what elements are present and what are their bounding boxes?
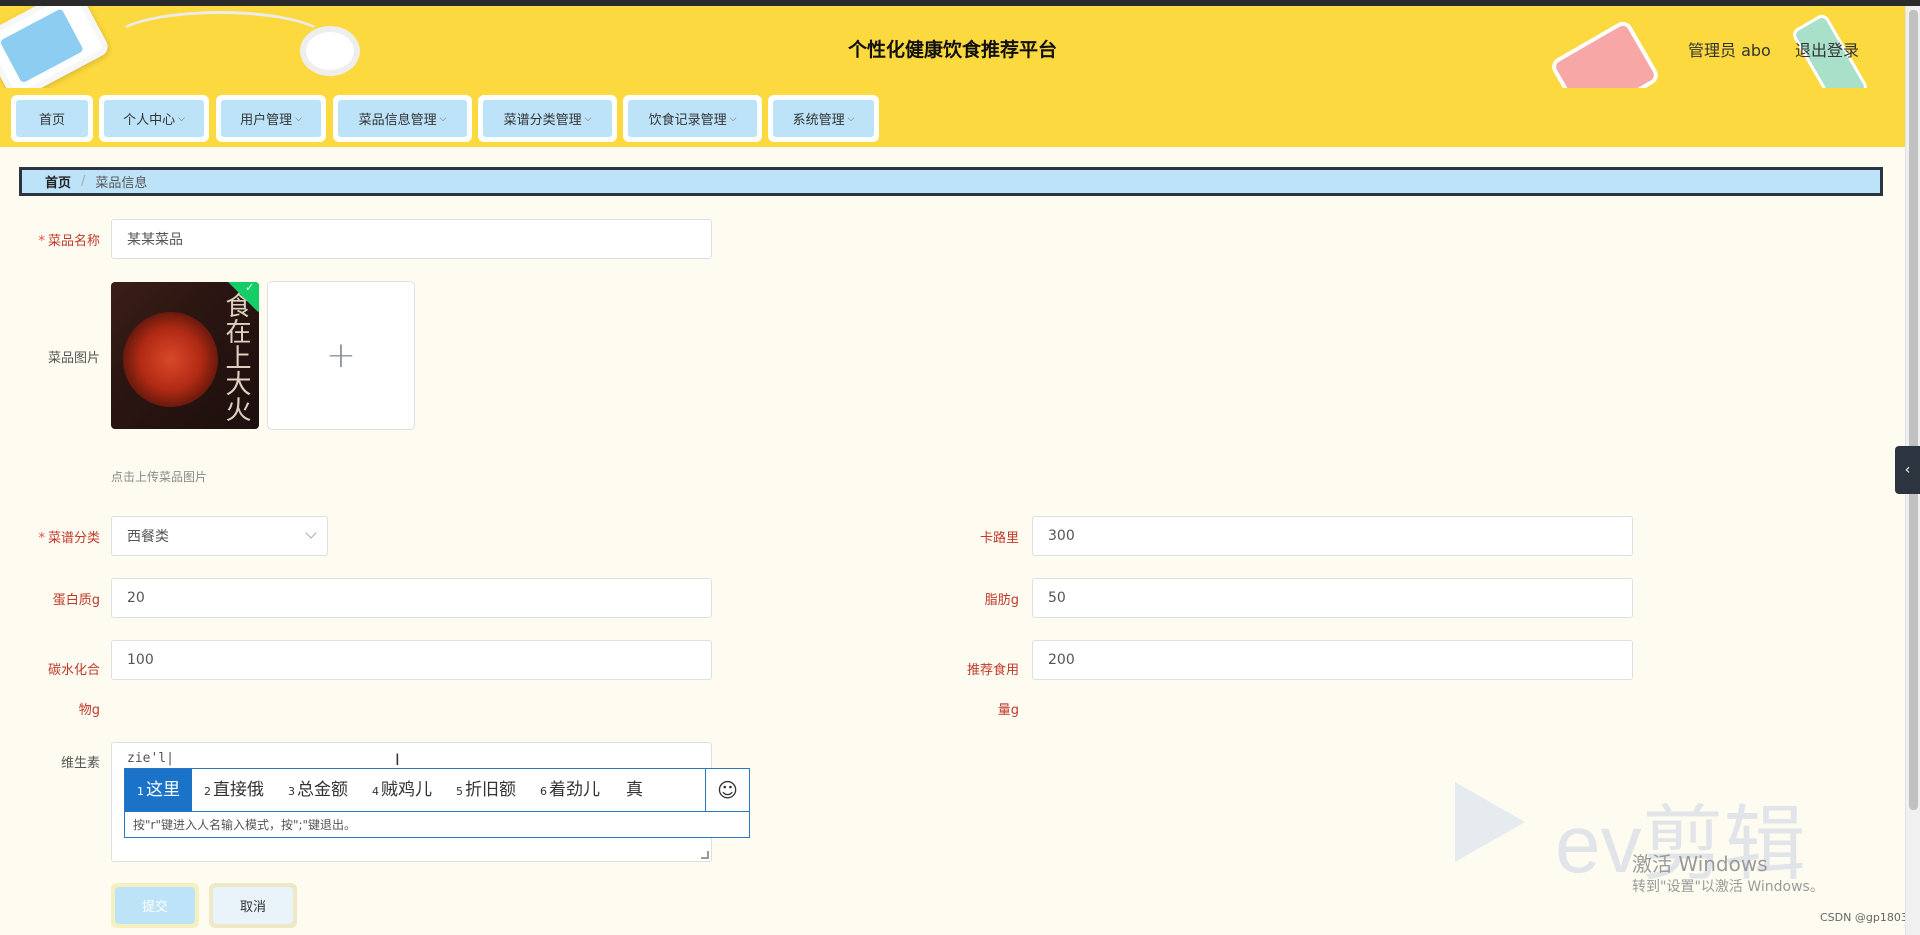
ime-candidate[interactable]: 2 直接俄	[192, 769, 276, 811]
csdn-credit: CSDN @gp1803	[1820, 911, 1908, 924]
nav-item-label: 菜谱分类管理	[503, 113, 582, 128]
calories-label: 卡路里	[979, 531, 1019, 546]
scrollbar-thumb[interactable]	[1909, 10, 1918, 810]
admin-label: 管理员 abo	[1688, 41, 1771, 60]
chevron-down-icon: ⌵	[178, 113, 185, 124]
calories-value: 300	[1048, 528, 1075, 544]
breadcrumb-home[interactable]: 首页	[45, 172, 71, 191]
vitamin-value: zie'l|	[127, 751, 174, 766]
side-panel-toggle[interactable]: ‹	[1895, 446, 1920, 494]
ime-candidate[interactable]: 3 总金额	[276, 769, 360, 811]
carbs-label: 碳水化合 物g	[47, 663, 100, 718]
category-value: 西餐类	[127, 529, 169, 545]
fat-value: 50	[1048, 590, 1066, 606]
recommended-amount-label: 推荐食用 量g	[966, 663, 1019, 718]
nav-item-label: 个人中心	[123, 113, 176, 128]
dish-name-input[interactable]: 某某菜品	[111, 219, 712, 259]
video-watermark: ev剪辑	[1555, 799, 1806, 890]
nav-item-category-management[interactable]: 菜谱分类管理 ⌵	[478, 95, 617, 142]
ime-tip: 按"r"键进入人名输入模式，按";"键退出。	[125, 811, 749, 838]
cancel-button-label: 取消	[213, 887, 293, 924]
dish-name-label: * 菜品名称	[38, 234, 100, 249]
category-label: * 菜谱分类	[38, 531, 100, 546]
dish-image-label: 菜品图片	[47, 351, 100, 366]
chevron-left-icon: ‹	[1904, 462, 1911, 478]
header: 个性化健康饮食推荐平台 管理员 abo 退出登录	[0, 6, 1905, 88]
carbs-input[interactable]: 100	[111, 640, 712, 680]
site-title: 个性化健康饮食推荐平台	[847, 39, 1057, 61]
check-icon: ✓	[245, 282, 255, 294]
nav-item-diet-record-management[interactable]: 饮食记录管理 ⌵	[623, 95, 762, 142]
carbs-value: 100	[127, 652, 154, 668]
vitamin-label: 维生素	[60, 756, 100, 771]
watermark-play-icon	[1455, 782, 1525, 862]
main-nav: 首页 个人中心 ⌵ 用户管理 ⌵ 菜品信息管理 ⌵ 菜谱分类管理 ⌵ 饮食记录管理 ⌵ 系…	[0, 88, 1905, 147]
breadcrumb-current: 菜品信息	[95, 176, 148, 191]
ime-candidate[interactable]: 1 这里	[125, 769, 192, 811]
dish-image-thumbnail[interactable]: 食在上大火 ✓	[111, 282, 259, 429]
ime-candidate[interactable]: 4 贼鸡儿	[360, 769, 444, 811]
chevron-down-icon: ⌵	[439, 113, 447, 124]
nav-item-system-management[interactable]: 系统管理 ⌵	[768, 95, 879, 142]
upload-hint: 点击上传菜品图片	[111, 470, 208, 484]
text-cursor-icon: I	[395, 750, 400, 769]
category-select[interactable]: 西餐类	[111, 516, 328, 556]
resize-handle[interactable]	[701, 851, 709, 859]
calories-input[interactable]: 300	[1032, 516, 1633, 556]
ime-candidate-list: 1 这里 2 直接俄 3 总金额 4 贼鸡儿 5 折旧额 6 着劲儿 真	[125, 769, 705, 811]
protein-value: 20	[127, 590, 145, 606]
activate-windows-hint: 转到"设置"以激活 Windows。	[1632, 879, 1824, 895]
protein-label: 蛋白质g	[52, 593, 100, 608]
dish-name-value: 某某菜品	[127, 232, 183, 248]
submit-button[interactable]: 提交	[111, 883, 199, 928]
image-upload-button[interactable]: +	[267, 281, 415, 430]
recommended-amount-value: 200	[1048, 652, 1075, 668]
cancel-button[interactable]: 取消	[209, 883, 297, 928]
protein-input[interactable]: 20	[111, 578, 712, 618]
breadcrumb-separator: /	[81, 174, 86, 189]
nav-item-label: 饮食记录管理	[648, 113, 727, 128]
logout-link[interactable]: 退出登录	[1795, 37, 1859, 61]
activate-windows-title: 激活 Windows	[1632, 852, 1768, 876]
nav-item-label: 用户管理	[240, 113, 293, 128]
chevron-down-icon	[305, 527, 317, 539]
nav-item-dish-management[interactable]: 菜品信息管理 ⌵	[333, 95, 472, 142]
emoji-icon[interactable]: ☺	[705, 769, 749, 811]
ime-candidate[interactable]: 真	[612, 769, 655, 811]
hotpot-image	[123, 312, 218, 407]
submit-button-label: 提交	[115, 887, 195, 924]
nav-item-personal-center[interactable]: 个人中心 ⌵	[99, 95, 209, 142]
thumbnail-calligraphy: 食在上大火	[221, 292, 251, 422]
nav-item-home[interactable]: 首页	[11, 95, 93, 142]
nav-item-label: 系统管理	[792, 113, 845, 128]
chevron-down-icon: ⌵	[847, 113, 855, 124]
plus-icon: +	[325, 335, 357, 376]
breadcrumb: 首页 / 菜品信息	[19, 167, 1883, 196]
fat-input[interactable]: 50	[1032, 578, 1633, 618]
chevron-down-icon: ⌵	[295, 113, 302, 124]
nav-item-user-management[interactable]: 用户管理 ⌵	[216, 95, 326, 142]
fat-label: 脂肪g	[984, 593, 1019, 608]
ime-candidate-window: 1 这里 2 直接俄 3 总金额 4 贼鸡儿 5 折旧额 6 着劲儿 真 ☺ 按"r"键进入…	[124, 768, 750, 838]
chevron-down-icon: ⌵	[584, 113, 592, 124]
recommended-amount-input[interactable]: 200	[1032, 640, 1633, 680]
chevron-down-icon: ⌵	[729, 113, 737, 124]
nav-item-label: 菜品信息管理	[358, 113, 437, 128]
ime-candidate[interactable]: 6 着劲儿	[528, 769, 612, 811]
nav-item-label: 首页	[38, 113, 65, 128]
ime-candidate[interactable]: 5 折旧额	[444, 769, 528, 811]
